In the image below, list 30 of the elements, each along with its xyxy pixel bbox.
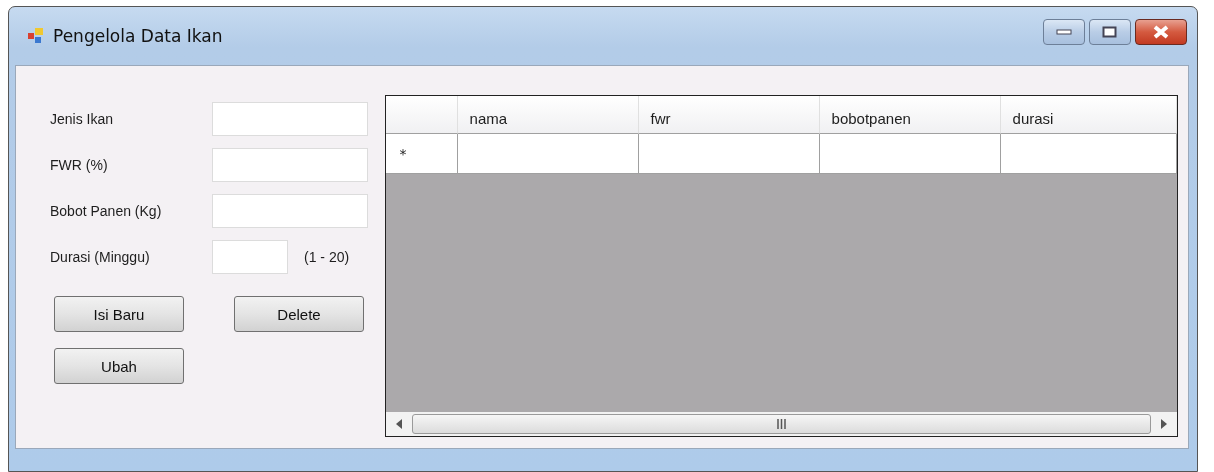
field-label: FWR (%) (50, 157, 109, 173)
scroll-thumb[interactable] (411, 414, 1151, 434)
input-field[interactable] (212, 194, 368, 228)
window-title: Pengelola Data Ikan (53, 26, 223, 46)
table-cell[interactable] (457, 134, 639, 174)
table-cell[interactable] (819, 134, 1001, 174)
horizontal-scrollbar[interactable] (385, 412, 1177, 436)
field-label: Durasi (Minggu) (50, 249, 151, 265)
range-hint: (1 - 20) (304, 249, 350, 265)
action-button[interactable]: Isi Baru (54, 296, 184, 332)
row-header[interactable]: * (385, 134, 458, 174)
scroll-right-icon[interactable] (1161, 419, 1167, 429)
scroll-left-icon[interactable] (395, 419, 402, 429)
action-button[interactable]: Delete (234, 296, 364, 332)
maximize-icon (1102, 26, 1118, 38)
minimize-button[interactable] (1043, 19, 1085, 45)
app-icon (27, 27, 45, 45)
close-button[interactable] (1135, 19, 1187, 45)
table-cell[interactable] (1000, 134, 1177, 174)
field-label: Bobot Panen (Kg) (50, 203, 163, 219)
input-field[interactable] (212, 102, 368, 136)
minimize-icon (1056, 28, 1072, 36)
input-field[interactable] (212, 148, 368, 182)
field-label: Jenis Ikan (50, 111, 115, 127)
action-button[interactable]: Ubah (54, 348, 184, 384)
grip-icon (776, 419, 786, 429)
maximize-button[interactable] (1089, 19, 1131, 45)
table-cell[interactable] (638, 134, 820, 174)
input-field[interactable] (212, 240, 288, 274)
close-icon (1152, 25, 1170, 39)
